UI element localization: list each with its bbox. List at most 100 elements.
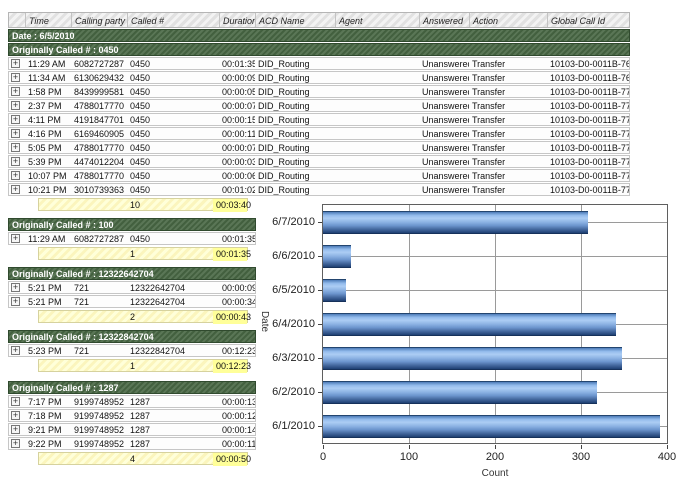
expand-row-button[interactable]: + bbox=[11, 397, 20, 406]
cell-duration: 00:00:03 bbox=[219, 156, 255, 167]
cell-calling-party: 721 bbox=[71, 296, 127, 307]
expand-cell: + bbox=[9, 184, 25, 195]
cell-answered: Unanswered bbox=[419, 72, 469, 83]
cell-time: 2:37 PM bbox=[25, 100, 71, 111]
cell-called-number: 0450 bbox=[127, 100, 219, 111]
cell-calling-party: 6082727287 bbox=[71, 233, 127, 244]
cell-acd-name: DID_Routing bbox=[255, 184, 335, 195]
expand-row-button[interactable]: + bbox=[11, 73, 20, 82]
cell-time: 5:21 PM bbox=[25, 296, 71, 307]
expand-row-button[interactable]: + bbox=[11, 283, 20, 292]
table-header-row: TimeCalling party #Called #DurationACD N… bbox=[8, 12, 630, 28]
expand-row-button[interactable]: + bbox=[11, 234, 20, 243]
summary-call-count: 10 bbox=[127, 199, 213, 212]
table-row: +11:29 AM6082727287045000:01:35 bbox=[8, 232, 256, 245]
expand-row-button[interactable]: + bbox=[11, 171, 20, 180]
group-header-bar: Originally Called # : 0450 bbox=[8, 43, 630, 56]
cell-duration: 00:00:11 bbox=[219, 438, 255, 449]
group-header-bar: Originally Called # : 100 bbox=[8, 218, 256, 231]
cell-called-number: 0450 bbox=[127, 72, 219, 83]
cell-action: Transfer bbox=[469, 72, 547, 83]
table-row: +9:21 PM9199748952128700:00:14 bbox=[8, 423, 256, 436]
y-axis-tick bbox=[318, 290, 322, 291]
table-row: +11:34 AM6130629432045000:00:09DID_Routi… bbox=[8, 71, 630, 84]
expand-row-button[interactable]: + bbox=[11, 129, 20, 138]
group-summary-row: 100:12:23 bbox=[38, 359, 248, 372]
cell-duration: 00:00:15 bbox=[219, 114, 255, 125]
cell-called-number: 0450 bbox=[127, 170, 219, 181]
expand-row-button[interactable]: + bbox=[11, 59, 20, 68]
cell-calling-party: 9199748952 bbox=[71, 438, 127, 449]
expand-row-button[interactable]: + bbox=[11, 425, 20, 434]
table-row: +7:18 PM9199748952128700:00:12 bbox=[8, 409, 256, 422]
expand-row-button[interactable]: + bbox=[11, 411, 20, 420]
y-axis-tick bbox=[318, 222, 322, 223]
cell-acd-name: DID_Routing bbox=[255, 156, 335, 167]
table-row: +1:58 PM8439999581045000:00:05DID_Routin… bbox=[8, 85, 630, 98]
cell-action: Transfer bbox=[469, 100, 547, 111]
summary-spacer bbox=[39, 199, 127, 212]
summary-call-count: 1 bbox=[127, 360, 213, 373]
cell-time: 11:29 AM bbox=[25, 58, 71, 69]
column-header-duration: Duration bbox=[219, 13, 255, 27]
table-row: +5:21 PM7211232264270400:00:34 bbox=[8, 295, 256, 308]
expand-row-button[interactable]: + bbox=[11, 297, 20, 306]
summary-spacer bbox=[39, 360, 127, 373]
expand-cell: + bbox=[9, 170, 25, 181]
expand-row-button[interactable]: + bbox=[11, 101, 20, 110]
cell-agent bbox=[335, 170, 419, 181]
x-axis-tick bbox=[323, 445, 324, 449]
cell-global-call-id: 10103-D0-0011B-77E bbox=[547, 170, 629, 181]
cell-time: 4:11 PM bbox=[25, 114, 71, 125]
date-group-header: Date : 6/5/2010 bbox=[8, 29, 630, 42]
expand-row-button[interactable]: + bbox=[11, 185, 20, 194]
table-row: +10:21 PM3010739363045000:01:02DID_Routi… bbox=[8, 183, 630, 196]
summary-call-count: 2 bbox=[127, 311, 213, 324]
expand-cell: + bbox=[9, 410, 25, 421]
cell-called-number: 0450 bbox=[127, 184, 219, 195]
summary-total-duration: 00:01:35 bbox=[213, 248, 247, 261]
cell-calling-party: 721 bbox=[71, 282, 127, 293]
cell-time: 5:05 PM bbox=[25, 142, 71, 153]
chart-bar bbox=[323, 211, 588, 234]
cell-time: 11:34 AM bbox=[25, 72, 71, 83]
summary-call-count: 4 bbox=[127, 453, 213, 466]
chart-bar bbox=[323, 347, 622, 370]
cell-global-call-id: 10103-D0-0011B-76F bbox=[547, 72, 629, 83]
expand-row-button[interactable]: + bbox=[11, 439, 20, 448]
cell-global-call-id: 10103-D0-0011B-77F bbox=[547, 184, 629, 195]
table-row: +10:07 PM4788017770045000:00:06DID_Routi… bbox=[8, 169, 630, 182]
cell-calling-party: 4788017770 bbox=[71, 142, 127, 153]
y-tick-label: 6/4/2010 bbox=[258, 318, 315, 331]
cell-global-call-id: 10103-D0-0011B-770 bbox=[547, 86, 629, 97]
expand-row-button[interactable]: + bbox=[11, 143, 20, 152]
x-tick-label: 200 bbox=[473, 451, 517, 463]
cell-action: Transfer bbox=[469, 86, 547, 97]
table-row: +5:23 PM7211232284270400:12:23 bbox=[8, 344, 256, 357]
x-axis-tick bbox=[495, 445, 496, 449]
summary-total-duration: 00:03:40 bbox=[213, 199, 247, 212]
cell-action: Transfer bbox=[469, 156, 547, 167]
x-tick-label: 400 bbox=[645, 451, 676, 463]
cell-calling-party: 4191847701 bbox=[71, 114, 127, 125]
cell-called-number: 0450 bbox=[127, 86, 219, 97]
expand-row-button[interactable]: + bbox=[11, 115, 20, 124]
expand-cell: + bbox=[9, 345, 25, 356]
cell-agent bbox=[335, 114, 419, 125]
cell-answered: Unanswered bbox=[419, 114, 469, 125]
expand-cell: + bbox=[9, 100, 25, 111]
cell-called-number: 0450 bbox=[127, 233, 219, 244]
cell-action: Transfer bbox=[469, 128, 547, 139]
cell-called-number: 12322642704 bbox=[127, 296, 219, 307]
expand-row-button[interactable]: + bbox=[11, 346, 20, 355]
table-row: +7:17 PM9199748952128700:00:13 bbox=[8, 395, 256, 408]
cell-called-number: 0450 bbox=[127, 128, 219, 139]
group-header-bar: Originally Called # : 1287 bbox=[8, 381, 256, 394]
expand-cell: + bbox=[9, 72, 25, 83]
cell-time: 1:58 PM bbox=[25, 86, 71, 97]
expand-row-button[interactable]: + bbox=[11, 157, 20, 166]
cell-global-call-id: 10103-D0-0011B-772 bbox=[547, 114, 629, 125]
expand-row-button[interactable]: + bbox=[11, 87, 20, 96]
expand-cell: + bbox=[9, 233, 25, 244]
cell-duration: 00:00:06 bbox=[219, 170, 255, 181]
